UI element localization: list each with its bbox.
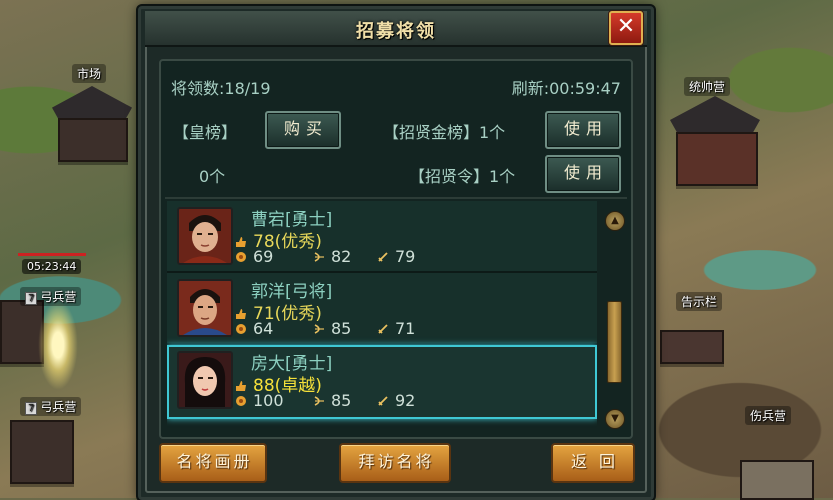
famous-generals-album-button[interactable]: 名将画册 [159,443,267,483]
gold-list-label: 【招贤金榜】1个 [383,123,506,142]
stat-value: 100 [253,391,284,410]
notice-board-building[interactable] [660,330,724,364]
archer-camp-label-1[interactable]: 7 弓兵营 [20,287,82,306]
recruit-order-label: 【招贤令】1个 [409,167,516,186]
use-gold-list-button[interactable]: 使用 [545,111,621,149]
sword-icon [378,396,388,406]
market-building-roof [52,86,132,122]
back-button[interactable]: 返回 [551,443,635,483]
scroll-down-button[interactable]: ▼ [605,409,625,429]
refresh-timer: 刷新:00:59:47 [511,79,621,98]
dialog-titlebar: 招募将领 ✕ [145,11,647,47]
stat-value: 85 [331,391,352,410]
stat-value: 85 [331,319,352,338]
imperial-list-count: 0个 [199,167,226,186]
archer-portrait-icon [179,281,231,335]
stat-value: 79 [395,247,416,266]
female-warrior-portrait-icon [179,353,231,407]
general-row[interactable]: 曹宕[勇士] 78(优秀) 69 82 79 [167,201,597,273]
build-timer: 05:23:44 [22,259,82,274]
scroll-thumb[interactable] [607,301,622,383]
sword-icon [378,324,388,334]
general-stat-strength: 69 [235,247,273,266]
general-list: 曹宕[勇士] 78(优秀) 69 82 79 郭洋[弓将] 71(优秀) 64 … [167,201,597,433]
infirmary-label[interactable]: 伤兵营 [745,406,792,425]
archer-camp-building-2[interactable] [10,420,74,484]
general-stat-command: 82 [313,247,351,266]
build-timer-bar [18,253,86,256]
general-stat-command: 85 [313,391,351,410]
dialog-title: 招募将领 [356,21,436,42]
commander-camp-building[interactable] [676,132,758,186]
archer-camp-name: 弓兵营 [40,290,77,304]
chevron-up-icon: ▲ [611,215,619,226]
stat-value: 71 [395,319,416,338]
general-row-selected[interactable]: 房大[勇士] 88(卓越) 100 85 92 [167,345,597,419]
buy-button[interactable]: 购买 [265,111,341,149]
market-building[interactable] [58,118,128,162]
recruit-panel: 将领数:18/19 刷新:00:59:47 【皇榜】 购买 【招贤金榜】1个 使… [159,59,633,439]
general-stat-intellect: 92 [377,391,415,410]
general-stat-intellect: 71 [377,319,415,338]
general-count: 将领数:18/19 [171,79,271,98]
bow-icon [314,324,324,334]
stat-value: 82 [331,247,352,266]
scroll-up-button[interactable]: ▲ [605,211,625,231]
list-scrollbar[interactable]: ▲ ▼ [605,211,625,429]
stat-value: 69 [253,247,274,266]
building-glow [38,300,78,390]
general-stat-command: 85 [313,319,351,338]
recruit-generals-dialog: 招募将领 ✕ 将领数:18/19 刷新:00:59:47 【皇榜】 购买 【招贤… [138,6,654,500]
level-badge: 7 [25,402,38,415]
fist-icon [236,396,246,406]
notice-board-label[interactable]: 告示栏 [676,292,723,311]
fist-icon [236,324,246,334]
visit-famous-general-button[interactable]: 拜访名将 [339,443,451,483]
market-label[interactable]: 市场 [72,64,107,83]
infirmary-building[interactable] [740,460,814,500]
commander-camp-label[interactable]: 统帅营 [684,77,731,96]
fist-icon [236,252,246,262]
close-icon: ✕ [616,14,636,39]
use-recruit-order-button[interactable]: 使用 [545,155,621,193]
general-portrait [177,207,233,265]
imperial-list-label: 【皇榜】 [173,123,238,142]
stat-value: 64 [253,319,274,338]
divider [165,197,627,199]
warrior-portrait-icon [179,209,231,263]
close-button[interactable]: ✕ [609,11,643,45]
general-portrait [177,279,233,337]
level-badge: 7 [25,292,38,305]
general-stat-strength: 100 [235,391,284,410]
stat-value: 92 [395,391,416,410]
general-stat-strength: 64 [235,319,273,338]
archer-camp-label-2[interactable]: 7 弓兵营 [20,397,82,416]
general-stat-intellect: 79 [377,247,415,266]
archer-camp-name: 弓兵营 [40,400,77,414]
sword-icon [378,252,388,262]
bow-icon [314,252,324,262]
chevron-down-icon: ▼ [611,413,619,424]
general-portrait [177,351,233,409]
general-row[interactable]: 郭洋[弓将] 71(优秀) 64 85 71 [167,273,597,345]
commander-camp-roof [670,96,760,136]
bow-icon [314,396,324,406]
